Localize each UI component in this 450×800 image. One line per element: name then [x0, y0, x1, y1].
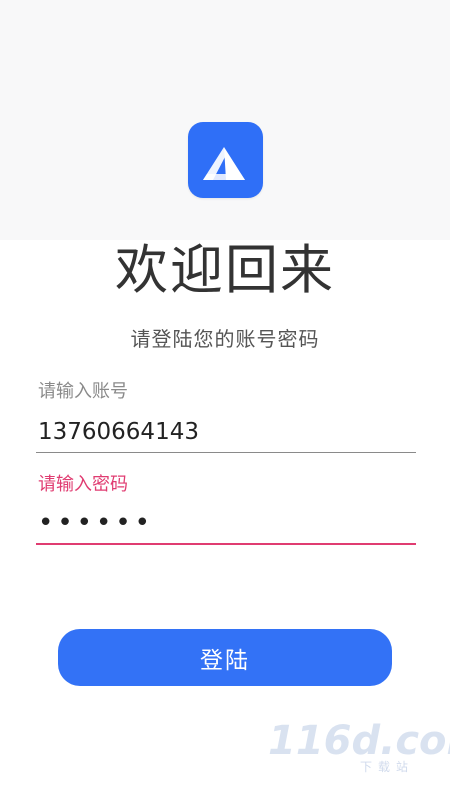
watermark-text: 116d.com [268, 718, 450, 764]
account-input[interactable] [36, 412, 416, 453]
header-background [0, 0, 450, 240]
watermark: 116d.com 下载站 [268, 718, 450, 780]
watermark-subtext: 下载站 [360, 760, 415, 774]
password-label: 请输入密码 [38, 474, 128, 495]
password-input[interactable] [36, 503, 416, 545]
triangle-a-logo-icon [203, 147, 245, 180]
page-title: 欢迎回来 [115, 240, 335, 301]
app-logo [188, 122, 263, 198]
page-subtitle: 请登陆您的账号密码 [130, 327, 320, 351]
login-button[interactable]: 登陆 [58, 629, 392, 686]
account-label: 请输入账号 [38, 381, 128, 402]
